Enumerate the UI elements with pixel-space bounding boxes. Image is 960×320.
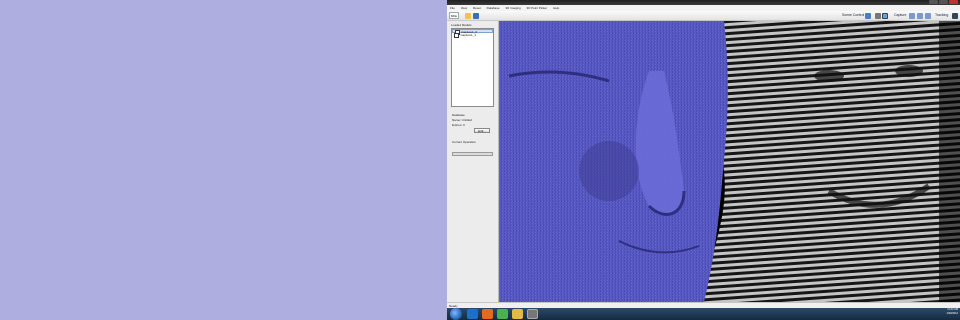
start-button[interactable]: [450, 308, 462, 320]
database-name: Name: Untitled: [452, 118, 472, 122]
scene-control-label: Scene Control: [842, 13, 865, 17]
3d-viewport[interactable]: [499, 21, 960, 302]
menu-help[interactable]: Help: [553, 6, 559, 10]
application-screen: File View Reset Database 3D Imaging 3D P…: [447, 0, 960, 320]
taskbar: 11:22 AM 1/30/2012: [447, 308, 960, 320]
camera-icon[interactable]: [882, 13, 888, 19]
minimize-icon[interactable]: [929, 0, 938, 4]
capture-options-icon[interactable]: [925, 13, 931, 19]
system-tray: 11:22 AM 1/30/2012: [946, 308, 958, 320]
viewport-render: [499, 21, 960, 302]
capture-settings-icon[interactable]: [917, 13, 923, 19]
toolbar: Mfile Scene Control Capture Tracking: [447, 11, 960, 21]
tracking-icon[interactable]: [952, 13, 958, 19]
list-item[interactable]: Capture1_1: [452, 33, 493, 38]
folder-icon[interactable]: [512, 309, 523, 319]
edit-database-button[interactable]: Edit...: [474, 128, 490, 133]
mode-button[interactable]: Mfile: [449, 12, 459, 19]
tracking-label: Tracking: [935, 13, 949, 17]
firefox-icon[interactable]: [482, 309, 493, 319]
tray-date: 1/30/2012: [946, 312, 958, 315]
menu-view[interactable]: View: [461, 6, 467, 10]
operation-progress: [452, 152, 493, 156]
left-panel: Loaded Models Capture1_0 Capture1_1 Data…: [447, 21, 499, 302]
save-icon[interactable]: [473, 13, 479, 19]
maximize-icon[interactable]: [939, 0, 948, 4]
menu-3d-imaging[interactable]: 3D Imaging: [505, 6, 520, 10]
scanned-face-texture: [704, 21, 960, 302]
menu-database[interactable]: Database: [487, 6, 500, 10]
pointer-icon[interactable]: [875, 13, 881, 19]
mesh-face-model: [499, 21, 728, 302]
scene-control-icon[interactable]: [865, 13, 871, 19]
ie-icon[interactable]: [467, 309, 478, 319]
models-list[interactable]: Capture1_0 Capture1_1: [451, 28, 494, 107]
database-label: Database: [452, 113, 465, 117]
menu-3d-point-picker[interactable]: 3D Point Picker: [527, 6, 548, 10]
capture-icon[interactable]: [909, 13, 915, 19]
loaded-models-title: Loaded Models: [451, 23, 472, 27]
close-icon[interactable]: [949, 0, 958, 4]
open-folder-icon[interactable]: [465, 13, 471, 19]
app-taskbar-icon[interactable]: [527, 309, 538, 319]
chrome-icon[interactable]: [497, 309, 508, 319]
checkbox-icon[interactable]: [454, 33, 459, 38]
model-label: Capture1_1: [460, 33, 477, 38]
menu-reset[interactable]: Reset: [473, 6, 481, 10]
menu-file[interactable]: File: [450, 6, 455, 10]
current-operation-label: Current Operation: [452, 140, 477, 144]
database-entries: Entries: 0: [452, 123, 465, 127]
capture-label: Capture: [894, 13, 907, 17]
